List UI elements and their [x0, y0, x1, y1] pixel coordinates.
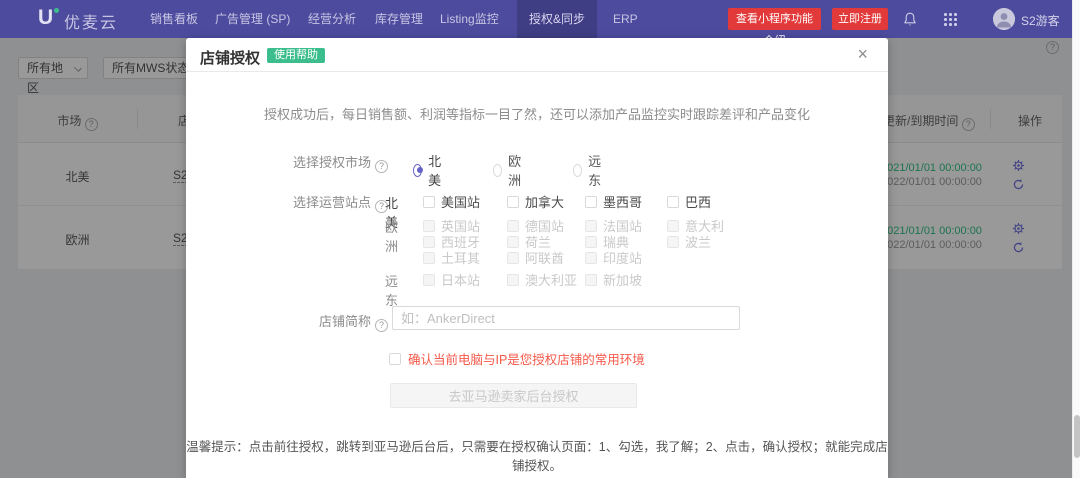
nav-item-erp[interactable]: ERP: [613, 0, 638, 38]
checkbox-icon: [667, 196, 679, 208]
checkbox-icon: [423, 196, 435, 208]
nav-item-business-analysis[interactable]: 经营分析: [308, 0, 356, 38]
site-turkey: 土耳其: [423, 248, 480, 267]
modal-title: 店铺授权: [200, 47, 260, 68]
go-authorize-button[interactable]: 去亚马逊卖家后台授权: [390, 383, 637, 408]
logo-dot-icon: [54, 8, 59, 13]
checkbox-icon: [507, 252, 519, 264]
nav-item-auth-sync[interactable]: 授权&同步: [517, 0, 597, 38]
radio-unselected-icon: [573, 164, 582, 177]
radio-far-east[interactable]: 远东: [573, 151, 605, 189]
radio-selected-icon: [413, 164, 422, 177]
checkbox-icon: [507, 196, 519, 208]
market-label: 选择授权市场?: [186, 152, 388, 173]
site-poland: 波兰: [667, 232, 711, 251]
nav-item-inventory[interactable]: 库存管理: [375, 0, 423, 38]
site-singapore: 新加坡: [585, 270, 642, 289]
checkbox-icon: [389, 353, 401, 365]
checkbox-icon: [667, 220, 679, 232]
nav-item-listing-monitor[interactable]: Listing监控: [440, 0, 499, 38]
checkbox-icon: [667, 236, 679, 248]
site-us[interactable]: 美国站: [423, 192, 480, 211]
site-brazil[interactable]: 巴西: [667, 192, 711, 211]
help-badge[interactable]: 使用帮助: [267, 48, 325, 63]
nav-item-sales-board[interactable]: 销售看板: [150, 0, 198, 38]
register-button[interactable]: 立即注册: [832, 8, 888, 30]
user-name[interactable]: S2游客: [1021, 12, 1060, 29]
store-auth-modal: 店铺授权 使用帮助 × 授权成功后，每日销售额、利润等指标一目了然，还可以添加产…: [186, 38, 888, 478]
nav-item-ad-management[interactable]: 广告管理 (SP): [215, 0, 290, 38]
scrollbar-thumb[interactable]: [1074, 415, 1080, 458]
radio-europe[interactable]: 欧洲: [493, 151, 525, 189]
site-canada[interactable]: 加拿大: [507, 192, 564, 211]
shop-name-label: 店铺简称?: [186, 311, 388, 332]
market-label-help-icon[interactable]: ?: [375, 160, 388, 173]
checkbox-icon: [423, 220, 435, 232]
checkbox-icon: [423, 252, 435, 264]
checkbox-icon: [585, 236, 597, 248]
checkbox-icon: [585, 196, 597, 208]
modal-description: 授权成功后，每日销售额、利润等指标一目了然，还可以添加产品监控实时跟踪差评和产品…: [186, 104, 888, 123]
checkbox-icon: [507, 236, 519, 248]
logo-text: 优麦云: [64, 9, 118, 33]
logo-icon: U: [38, 6, 53, 30]
checkbox-icon: [585, 252, 597, 264]
radio-unselected-icon: [493, 164, 502, 177]
site-australia: 澳大利亚: [507, 270, 577, 289]
site-india: 印度站: [585, 248, 642, 267]
confirm-environment-checkbox[interactable]: 确认当前电脑与IP是您授权店铺的常用环境: [389, 349, 645, 368]
group-label-fe: 远东: [385, 271, 398, 309]
checkbox-icon: [507, 274, 519, 286]
checkbox-icon: [507, 220, 519, 232]
scrollbar[interactable]: [1072, 0, 1080, 478]
miniprogram-intro-button[interactable]: 查看小程序功能介绍: [728, 8, 821, 30]
apps-grid-icon[interactable]: [944, 13, 957, 26]
modal-header: 店铺授权 使用帮助 ×: [186, 38, 888, 72]
notification-bell-icon[interactable]: [902, 11, 918, 27]
checkbox-icon: [423, 274, 435, 286]
shop-name-input[interactable]: [392, 306, 740, 330]
modal-hint: 温馨提示：点击前往授权，跳转到亚马逊后台后，只需要在授权确认页面：1、勾选，我了…: [186, 436, 888, 474]
site-uae: 阿联酋: [507, 248, 564, 267]
checkbox-icon: [585, 220, 597, 232]
site-mexico[interactable]: 墨西哥: [585, 192, 642, 211]
radio-north-america[interactable]: 北美: [413, 151, 445, 189]
sites-label: 选择运营站点?: [186, 192, 388, 213]
shop-name-help-icon[interactable]: ?: [375, 319, 388, 332]
group-label-eu: 欧洲: [385, 217, 398, 255]
user-avatar[interactable]: [993, 8, 1015, 30]
site-japan: 日本站: [423, 270, 480, 289]
close-icon[interactable]: ×: [857, 44, 868, 65]
top-nav: U 优麦云 销售看板 广告管理 (SP) 经营分析 库存管理 Listing监控…: [0, 0, 1072, 38]
confirm-environment-text: 确认当前电脑与IP是您授权店铺的常用环境: [408, 349, 645, 368]
checkbox-icon: [585, 274, 597, 286]
checkbox-icon: [423, 236, 435, 248]
